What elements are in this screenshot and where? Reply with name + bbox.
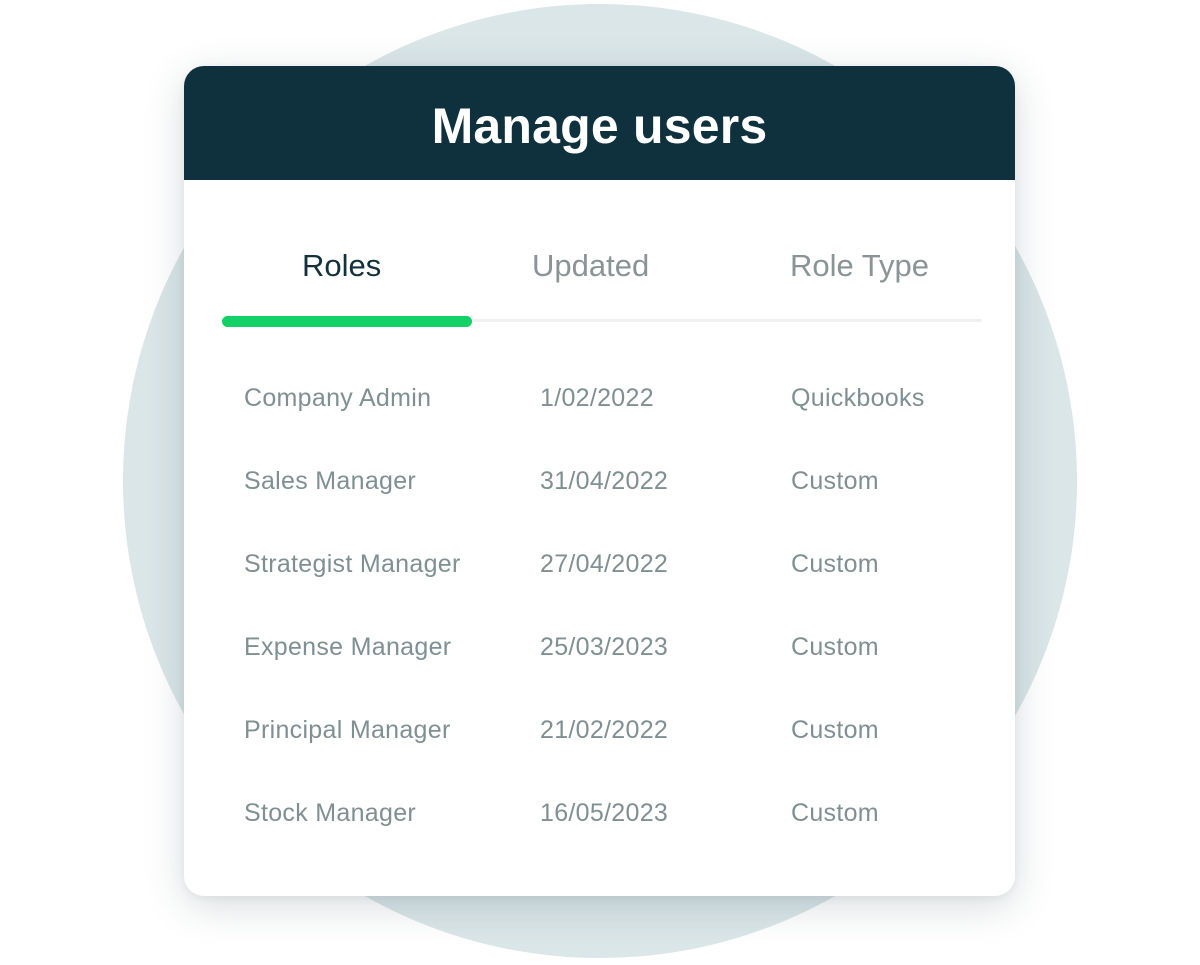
tab-roles[interactable]: Roles [302, 248, 381, 284]
role-name: Strategist Manager [244, 550, 461, 578]
stage: Manage users Roles Updated Role Type Com… [0, 0, 1200, 965]
tab-bar: Roles Updated Role Type [222, 242, 982, 327]
updated-date: 1/02/2022 [540, 384, 654, 412]
page-title: Manage users [431, 98, 768, 154]
role-name: Expense Manager [244, 633, 452, 661]
tab-updated[interactable]: Updated [532, 248, 649, 284]
updated-date: 31/04/2022 [540, 467, 669, 495]
table-row[interactable]: Stock Manager 16/05/2023 Custom [184, 781, 1015, 864]
table-row[interactable]: Principal Manager 21/02/2022 Custom [184, 698, 1015, 781]
role-name: Principal Manager [244, 716, 451, 744]
role-type: Custom [791, 467, 879, 495]
table-row[interactable]: Strategist Manager 27/04/2022 Custom [184, 532, 1015, 615]
role-type: Custom [791, 550, 879, 578]
role-type: Quickbooks [791, 384, 925, 412]
role-type: Custom [791, 799, 879, 827]
roles-table: Company Admin 1/02/2022 Quickbooks Sales… [184, 366, 1015, 864]
tab-role-type[interactable]: Role Type [790, 248, 929, 284]
role-type: Custom [791, 633, 879, 661]
card-header: Manage users [184, 66, 1015, 180]
updated-date: 16/05/2023 [540, 799, 669, 827]
role-name: Stock Manager [244, 799, 417, 827]
updated-date: 25/03/2023 [540, 633, 669, 661]
updated-date: 21/02/2022 [540, 716, 669, 744]
role-name: Company Admin [244, 384, 432, 412]
role-type: Custom [791, 716, 879, 744]
updated-date: 27/04/2022 [540, 550, 669, 578]
manage-users-card: Manage users Roles Updated Role Type Com… [184, 66, 1015, 896]
role-name: Sales Manager [244, 467, 417, 495]
table-row[interactable]: Sales Manager 31/04/2022 Custom [184, 449, 1015, 532]
table-row[interactable]: Company Admin 1/02/2022 Quickbooks [184, 366, 1015, 449]
table-row[interactable]: Expense Manager 25/03/2023 Custom [184, 615, 1015, 698]
active-tab-indicator [222, 316, 472, 327]
